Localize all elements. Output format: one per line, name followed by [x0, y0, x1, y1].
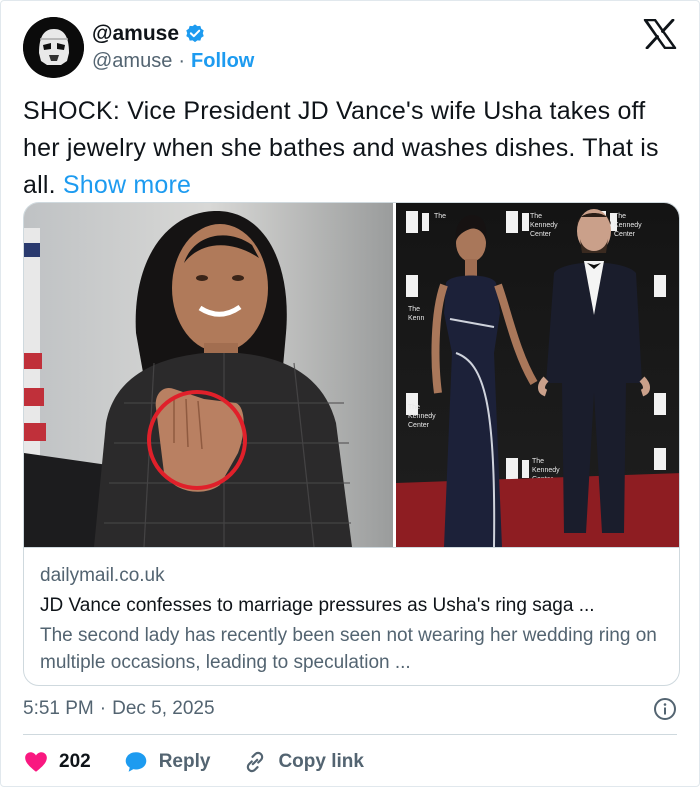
separator-dot: · [99, 698, 107, 719]
backdrop-text: The [408, 404, 420, 411]
info-icon[interactable] [653, 697, 677, 721]
timestamp-row: 5:51 PM · Dec 5, 2025 [23, 695, 677, 723]
link-icon [247, 751, 264, 773]
show-more-link[interactable]: Show more [63, 171, 191, 199]
stormtrooper-avatar-icon [23, 17, 84, 78]
svg-text:Kennedy: Kennedy [408, 413, 436, 420]
name-row: @amuse [92, 22, 206, 46]
svg-text:Kennedy: Kennedy [530, 222, 558, 229]
backdrop-text: The [434, 213, 446, 220]
svg-text:Kennedy: Kennedy [614, 222, 642, 229]
article-preview-image: The The Kennedy Center The Kennedy Center Th… [24, 203, 679, 547]
svg-text:Center: Center [530, 231, 552, 238]
svg-text:Center: Center [614, 231, 636, 238]
like-count: 202 [59, 751, 91, 772]
tweet-card: @amuse @amuse · Follow SHOCK: Vice Presi… [0, 0, 700, 787]
link-domain: dailymail.co.uk [40, 565, 165, 586]
link-description: The second lady has recently been seen n… [40, 625, 657, 673]
reply-button[interactable]: Reply [123, 749, 211, 775]
verified-badge-icon [186, 24, 204, 43]
display-name[interactable]: @amuse [92, 22, 179, 46]
handle-row: @amuse · Follow [92, 50, 254, 73]
avatar[interactable] [23, 17, 84, 78]
copy-link-label: Copy link [278, 751, 364, 772]
link-title[interactable]: JD Vance confesses to marriage pressures… [40, 592, 665, 620]
post-time[interactable]: 5:51 PM [23, 698, 94, 720]
backdrop-text: The [614, 213, 626, 220]
heart-icon [25, 752, 47, 772]
post-date[interactable]: Dec 5, 2025 [112, 698, 214, 720]
tweet-text: SHOCK: Vice President JD Vance's wife Us… [23, 93, 683, 204]
follow-button[interactable]: Follow [191, 50, 254, 73]
x-logo-icon[interactable] [643, 19, 677, 49]
svg-text:Center: Center [408, 422, 430, 429]
separator-dot: · [178, 50, 186, 72]
reply-label: Reply [158, 751, 211, 772]
handle[interactable]: @amuse [92, 50, 172, 73]
backdrop-text: The [530, 213, 542, 220]
action-bar: 202 Reply Copy link [23, 746, 396, 778]
svg-text:Kennedy: Kennedy [532, 467, 560, 474]
backdrop-text: The [532, 458, 544, 465]
tweet-header: @amuse @amuse · Follow [23, 17, 677, 79]
copy-link-button[interactable]: Copy link [242, 749, 364, 775]
divider [23, 734, 677, 735]
svg-text:Kenn: Kenn [408, 315, 424, 322]
link-info: dailymail.co.uk JD Vance confesses to ma… [24, 547, 679, 685]
backdrop-text: The [408, 306, 420, 313]
link-preview-card[interactable]: The The Kennedy Center The Kennedy Center Th… [23, 202, 680, 686]
like-button[interactable]: 202 [23, 749, 91, 775]
speech-bubble-icon [125, 752, 146, 772]
